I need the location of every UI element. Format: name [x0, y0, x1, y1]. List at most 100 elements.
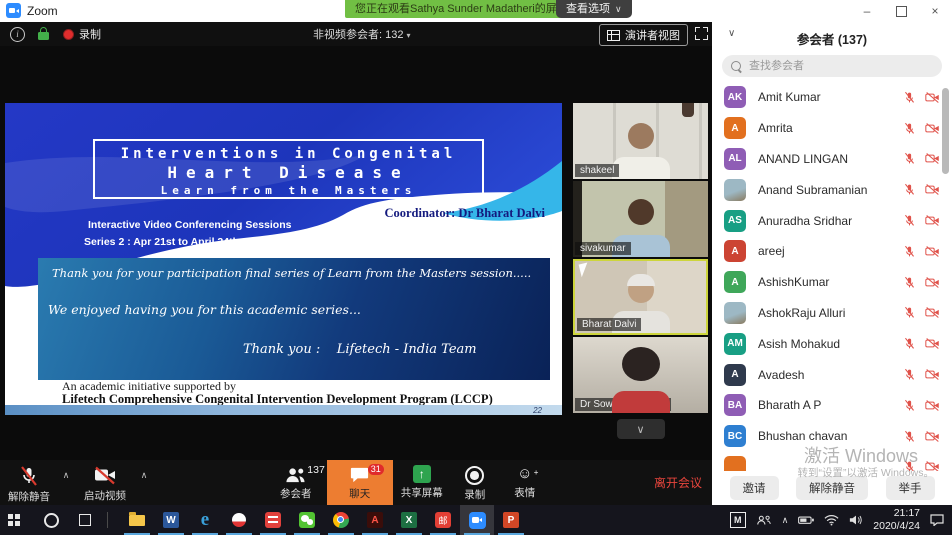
- video-thumbnail-strip: shakeel sivakumar Bharat Dalvi Dr Sowmya…: [573, 103, 708, 439]
- participant-row[interactable]: Anand Subramanian: [712, 174, 952, 205]
- participant-row[interactable]: AL ANAND LINGAN: [712, 144, 952, 175]
- tray-chevron-up-icon[interactable]: ∧: [782, 515, 789, 526]
- restore-button[interactable]: [884, 0, 918, 22]
- video-options-chevron[interactable]: ∧: [136, 460, 152, 505]
- meeting-topbar: i 录制 非视频参会者: 132▾ 演讲者视图: [0, 22, 712, 46]
- mic-muted-icon: [903, 399, 916, 412]
- task-view-button[interactable]: [68, 505, 102, 535]
- file-explorer-icon[interactable]: [120, 505, 154, 535]
- participant-name: Amrita: [758, 121, 903, 135]
- view-options-button[interactable]: 查看选项∨: [556, 0, 632, 18]
- search-icon: [731, 61, 741, 71]
- participant-row[interactable]: A Amrita: [712, 113, 952, 144]
- taskbar-separator[interactable]: [102, 505, 112, 535]
- avatar: AK: [724, 86, 746, 108]
- action-center-icon[interactable]: [930, 514, 944, 526]
- minimized-app-icon[interactable]: M: [730, 512, 746, 528]
- chevron-down-icon: ▾: [406, 31, 410, 40]
- start-video-button[interactable]: 启动视频: [74, 460, 136, 505]
- share-screen-button[interactable]: ↑ 共享屏幕: [393, 460, 451, 505]
- excel-icon[interactable]: X: [392, 505, 426, 535]
- avatar: AM: [724, 333, 746, 355]
- reactions-button[interactable]: ☺+ 表情: [499, 460, 551, 505]
- wechat-icon[interactable]: [290, 505, 324, 535]
- video-thumbnail[interactable]: shakeel: [573, 103, 708, 179]
- mic-muted-icon: [903, 368, 916, 381]
- chrome-icon[interactable]: [324, 505, 358, 535]
- participant-name: Avadesh: [758, 368, 903, 382]
- participant-row[interactable]: AM Asish Mohakud: [712, 328, 952, 359]
- mail-icon[interactable]: 邮: [426, 505, 460, 535]
- people-tray-icon[interactable]: [756, 514, 772, 526]
- video-muted-icon: [925, 306, 940, 319]
- mic-options-chevron[interactable]: ∧: [58, 460, 74, 505]
- participant-video-face: [628, 199, 654, 225]
- video-thumbnail-active-speaker[interactable]: Bharat Dalvi: [573, 259, 708, 335]
- video-thumbnail[interactable]: Dr Sowmya Kasturi: [573, 337, 708, 413]
- scrollbar-thumb[interactable]: [942, 88, 949, 174]
- participant-name: AshokRaju Alluri: [758, 306, 903, 320]
- panel-collapse-chevron[interactable]: ∨: [728, 28, 735, 39]
- participant-video-face: [628, 277, 654, 303]
- info-icon[interactable]: i: [10, 27, 25, 42]
- wifi-icon[interactable]: [824, 514, 839, 526]
- taskbar-clock[interactable]: 21:17 2020/4/24: [873, 507, 920, 533]
- close-button[interactable]: ×: [918, 0, 952, 22]
- record-button[interactable]: 录制: [451, 460, 499, 505]
- fullscreen-icon[interactable]: [695, 27, 708, 40]
- battery-icon[interactable]: [798, 515, 814, 525]
- start-button[interactable]: [0, 505, 34, 535]
- minimize-button[interactable]: –: [850, 0, 884, 22]
- participants-icon: [284, 465, 307, 484]
- powerpoint-icon[interactable]: P: [494, 505, 528, 535]
- slide-title-box: Interventions in Congenital Heart Diseas…: [93, 139, 484, 199]
- mic-muted-icon: [903, 183, 916, 196]
- participant-row[interactable]: A areej: [712, 236, 952, 267]
- zoom-app-icon[interactable]: [460, 505, 494, 535]
- video-muted-icon: [925, 276, 940, 289]
- video-thumbnail[interactable]: sivakumar: [573, 181, 708, 257]
- video-muted-icon: [925, 337, 940, 350]
- acrobat-icon[interactable]: A: [358, 505, 392, 535]
- video-name-label: shakeel: [575, 164, 619, 177]
- taskbar-icons: W e A X 邮 P: [0, 505, 528, 535]
- participant-name: ANAND LINGAN: [758, 152, 903, 166]
- red-chinese-app-icon[interactable]: [256, 505, 290, 535]
- participant-row[interactable]: AS Anuradha Sridhar: [712, 205, 952, 236]
- chevron-down-icon: ∨: [615, 4, 622, 14]
- video-name-label: Bharat Dalvi: [577, 318, 641, 331]
- video-muted-icon: [925, 183, 940, 196]
- recording-label: 录制: [79, 26, 101, 42]
- cortana-button[interactable]: [34, 505, 68, 535]
- participant-row[interactable]: AK Amit Kumar: [712, 82, 952, 113]
- participant-row[interactable]: BA Bharath A P: [712, 390, 952, 421]
- thumbnail-strip-collapse-button[interactable]: ∨: [617, 419, 665, 439]
- speaker-icon[interactable]: [849, 514, 863, 526]
- avatar: A: [724, 240, 746, 262]
- chat-button[interactable]: 31 聊天: [327, 460, 393, 505]
- mic-muted-icon: [903, 306, 916, 319]
- invite-button[interactable]: 邀请: [730, 476, 779, 500]
- participant-row[interactable]: A AshishKumar: [712, 267, 952, 298]
- edge-icon[interactable]: e: [188, 505, 222, 535]
- avatar: [724, 302, 746, 324]
- speaker-view-button[interactable]: 演讲者视图: [599, 24, 688, 46]
- word-icon[interactable]: W: [154, 505, 188, 535]
- participants-button[interactable]: 137 参会者: [265, 460, 327, 505]
- participant-row[interactable]: A Avadesh: [712, 359, 952, 390]
- participant-row[interactable]: AshokRaju Alluri: [712, 298, 952, 329]
- search-input[interactable]: [747, 59, 931, 73]
- participant-name: AshishKumar: [758, 275, 903, 289]
- nonvideo-participants-dropdown[interactable]: 非视频参会者: 132▾: [313, 26, 410, 42]
- participant-search-box[interactable]: [722, 55, 942, 77]
- qq-icon[interactable]: [222, 505, 256, 535]
- system-tray: M ∧: [730, 507, 952, 533]
- unmute-button[interactable]: 解除静音: [0, 460, 58, 505]
- windows-taskbar: W e A X 邮 P M: [0, 505, 952, 535]
- leave-meeting-button[interactable]: 离开会议: [626, 460, 712, 505]
- window-titlebar: Zoom 您正在观看Sathya Sunder Madatheri的屏幕 查看选…: [0, 0, 952, 22]
- smiley-icon: ☺+: [517, 465, 532, 483]
- participants-panel: ∨ 参会者 (137) AK Amit Kumar A Amrita: [712, 22, 952, 505]
- activate-windows-watermark-sub: 转到“设置”以激活 Windows。: [797, 465, 934, 480]
- video-muted-icon: [925, 430, 940, 443]
